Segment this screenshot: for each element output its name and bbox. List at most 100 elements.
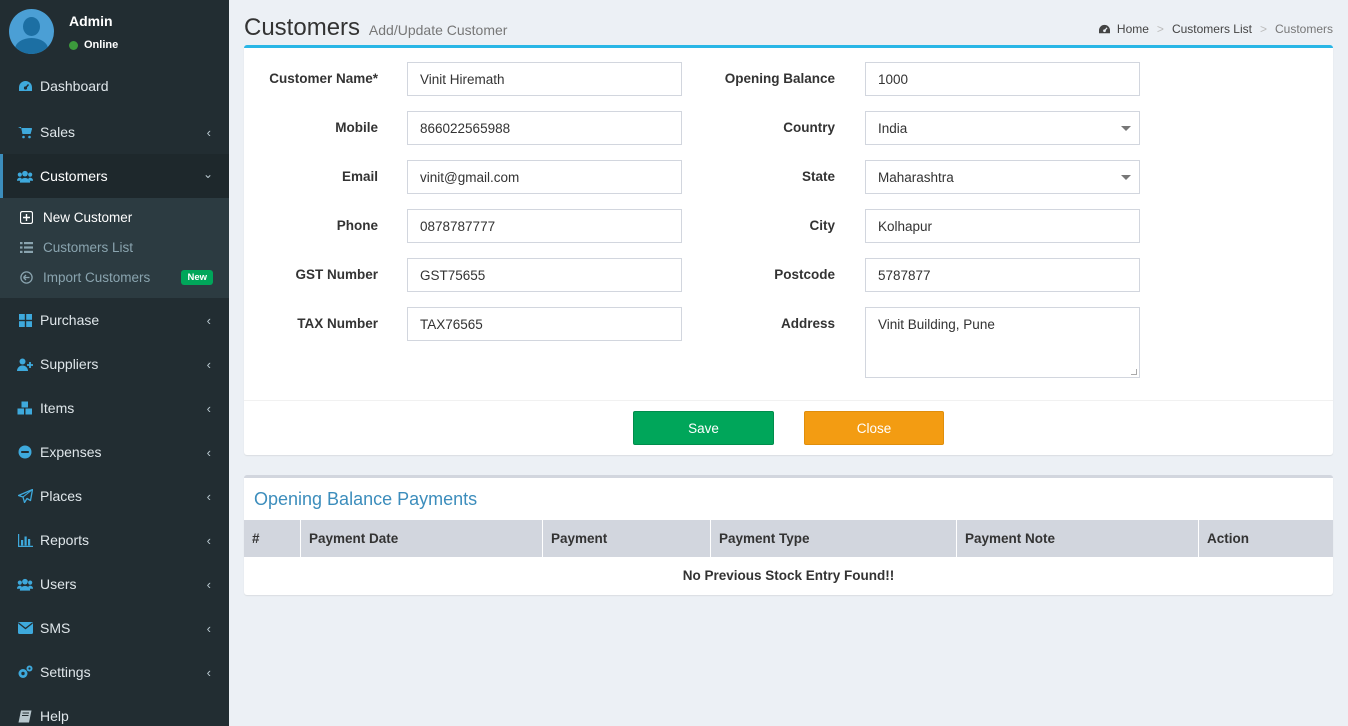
envelope-icon [17,620,33,636]
opening-balance-payments-box: Opening Balance Payments # Payment Date … [244,475,1333,595]
email-input[interactable]: vinit@gmail.com [407,160,682,194]
sidebar-item-purchase[interactable]: Purchase ‹ [0,298,229,342]
chevron-left-icon: ‹ [206,357,211,372]
sidebar-item-settings[interactable]: Settings ‹ [0,650,229,694]
user-status-label: Online [84,39,119,51]
sidebar-item-reports[interactable]: Reports ‹ [0,518,229,562]
chevron-left-icon: ‹ [206,313,211,328]
users-icon [17,168,33,184]
tax-number-input[interactable]: TAX76565 [407,307,682,341]
online-dot-icon [69,40,78,50]
save-button[interactable]: Save [633,411,774,445]
chevron-down-icon: ⌄ [202,167,213,181]
sidebar-subitem-new-customer[interactable]: New Customer [0,202,229,232]
opening-balance-input[interactable]: 1000 [865,62,1140,96]
sidebar-item-dashboard[interactable]: Dashboard [0,62,229,110]
dashboard-icon [1098,24,1110,33]
chevron-left-icon: ‹ [206,621,211,636]
sidebar-item-label: SMS [40,620,71,636]
state-selected-value: Maharashtra [878,169,954,185]
sidebar-item-label: Help [40,708,69,724]
state-select[interactable]: Maharashtra [865,160,1140,194]
sidebar-item-label: Expenses [40,444,102,460]
column-header: # [244,520,301,557]
payments-title: Opening Balance Payments [254,489,478,509]
sidebar-subitem-label: Import Customers [43,269,151,285]
sidebar-subitem-import-customers[interactable]: Import Customers New [0,262,229,292]
minus-circle-icon [17,444,33,460]
address-value: Vinit Building, Pune [878,317,995,332]
book-icon [17,708,33,724]
column-header: Action [1207,531,1249,546]
sidebar-item-label: Suppliers [40,356,99,372]
list-icon [20,241,33,253]
city-input[interactable]: Kolhapur [865,209,1140,243]
plus-square-icon [20,210,33,224]
customer-name-input[interactable]: Vinit Hiremath [407,62,682,96]
sidebar-item-sales[interactable]: Sales ‹ [0,110,229,154]
customer-name-label: Customer Name* [269,71,378,86]
country-select[interactable]: India [865,111,1140,145]
country-label: Country [783,120,835,135]
state-label: State [801,169,835,184]
cart-icon [17,124,33,140]
address-label: Address [780,316,835,331]
sidebar-item-places[interactable]: Places ‹ [0,474,229,518]
email-label: Email [341,169,378,184]
postcode-input[interactable]: 5787877 [865,258,1140,292]
breadcrumb-current: Customers [1274,22,1333,36]
breadcrumb: Home > Customers List > Customers [1098,22,1333,36]
gst-number-label: GST Number [295,267,378,282]
city-label: City [809,218,835,233]
caret-down-icon [1121,175,1131,180]
chevron-left-icon: ‹ [206,445,211,460]
address-textarea[interactable]: Vinit Building, Pune [865,307,1140,378]
content-header: Customers Add/Update Customer [244,14,507,42]
tax-number-label: TAX Number [297,316,378,331]
breadcrumb-separator: > [1259,22,1267,36]
page-title: Customers [244,14,361,41]
breadcrumb-separator: > [1156,22,1164,36]
sidebar-item-items[interactable]: Items ‹ [0,386,229,430]
sidebar-item-label: Purchase [40,312,100,328]
sidebar-item-expenses[interactable]: Expenses ‹ [0,430,229,474]
sidebar-menu-lower: Purchase ‹ Suppliers ‹ Items ‹ Expenses … [0,298,229,726]
sidebar: Admin Online Dashboard Sales ‹ Customers… [0,0,229,726]
payments-table-header: # Payment Date Payment Payment Type Paym… [244,520,1333,557]
user-plus-icon [17,356,33,372]
column-header: Payment [543,520,711,557]
resize-handle-icon[interactable] [1131,369,1137,375]
user-avatar[interactable] [9,9,54,54]
phone-input[interactable]: 0878787777 [407,209,682,243]
sidebar-subitem-customers-list[interactable]: Customers List [0,232,229,262]
caret-down-icon [1121,126,1131,131]
gst-number-input[interactable]: GST75655 [407,258,682,292]
customer-form-box: Customer Name* Vinit Hiremath Mobile 866… [244,45,1333,455]
breadcrumb-home[interactable]: Home [1117,22,1149,36]
column-header: Payment Note [957,520,1199,557]
new-badge: New [181,270,213,285]
sidebar-item-sms[interactable]: SMS ‹ [0,606,229,650]
arrow-circle-left-icon [20,270,33,284]
column-header: Payment Type [711,520,957,557]
users-icon [17,576,33,592]
sidebar-item-label: Customers [40,168,108,184]
sidebar-item-customers[interactable]: Customers ⌄ [0,154,229,198]
sidebar-subitem-label: New Customer [43,209,133,225]
country-selected-value: India [878,120,908,136]
sidebar-item-label: Places [40,488,83,504]
sidebar-item-users[interactable]: Users ‹ [0,562,229,606]
dashboard-icon [17,78,33,94]
sidebar-item-suppliers[interactable]: Suppliers ‹ [0,342,229,386]
sidebar-menu: Dashboard Sales ‹ Customers ⌄ [0,62,229,198]
chevron-left-icon: ‹ [206,489,211,504]
mobile-input[interactable]: 866022565988 [407,111,682,145]
sidebar-item-label: Dashboard [40,78,109,94]
breadcrumb-customers-list[interactable]: Customers List [1172,22,1252,36]
close-button[interactable]: Close [804,411,944,445]
sidebar-item-help[interactable]: Help [0,694,229,726]
sidebar-item-label: Reports [40,532,90,548]
gears-icon [17,664,33,680]
sidebar-item-label: Users [40,576,77,592]
customers-submenu: New Customer Customers List Import Custo… [0,198,229,298]
